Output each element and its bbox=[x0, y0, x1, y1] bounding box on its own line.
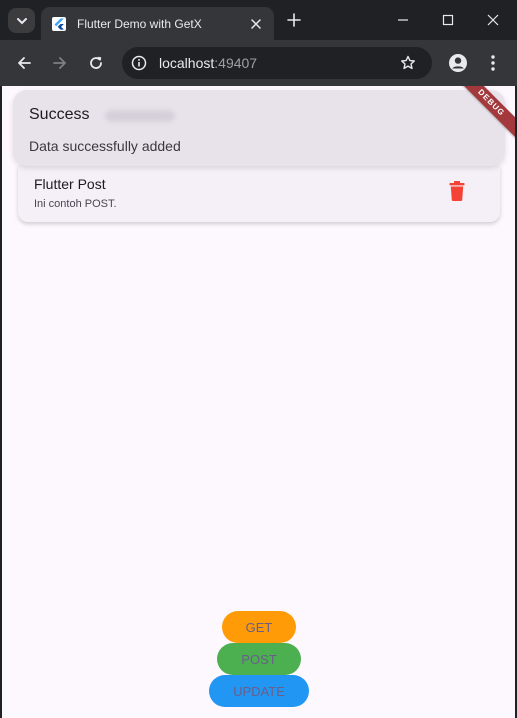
page-viewport: Flutter Post Ini contoh POST. Success Da… bbox=[2, 86, 515, 718]
post-button[interactable]: POST bbox=[217, 643, 301, 675]
site-info-button[interactable] bbox=[127, 51, 151, 75]
url-port: :49407 bbox=[214, 55, 258, 71]
reload-button[interactable] bbox=[84, 51, 108, 75]
reload-icon bbox=[90, 56, 102, 69]
account-icon bbox=[449, 54, 467, 72]
close-icon[interactable] bbox=[248, 16, 264, 32]
close-window-button[interactable] bbox=[482, 9, 504, 31]
active-tab[interactable]: Flutter Demo with GetX bbox=[41, 7, 274, 40]
browser-tab-strip: Flutter Demo with GetX bbox=[0, 0, 517, 40]
plus-icon bbox=[287, 13, 301, 27]
arrow-right-icon bbox=[53, 57, 66, 69]
chevron-down-icon bbox=[16, 17, 27, 24]
maximize-icon bbox=[442, 14, 454, 26]
forward-button[interactable] bbox=[48, 51, 72, 75]
url-text: localhost:49407 bbox=[159, 55, 396, 71]
post-card[interactable]: Flutter Post Ini contoh POST. bbox=[18, 166, 500, 222]
browser-menu-button[interactable] bbox=[483, 51, 503, 75]
get-button[interactable]: GET bbox=[222, 611, 296, 643]
minimize-button[interactable] bbox=[392, 9, 414, 31]
close-icon bbox=[487, 14, 499, 26]
snackbar-message: Data successfully added bbox=[29, 138, 181, 154]
tab-search-button[interactable] bbox=[8, 8, 35, 33]
info-icon bbox=[131, 55, 147, 71]
flutter-logo-icon bbox=[51, 16, 67, 32]
snackbar-title: Success bbox=[29, 106, 90, 123]
snackbar-blur-shape bbox=[105, 110, 175, 122]
tab-title: Flutter Demo with GetX bbox=[77, 16, 202, 31]
address-bar[interactable]: localhost:49407 bbox=[122, 47, 432, 79]
back-button[interactable] bbox=[12, 51, 36, 75]
snackbar: Success Data successfully added bbox=[13, 90, 505, 166]
arrow-left-icon bbox=[18, 57, 31, 69]
maximize-button[interactable] bbox=[437, 9, 459, 31]
url-host: localhost bbox=[159, 55, 215, 71]
update-button[interactable]: UPDATE bbox=[209, 675, 309, 707]
new-tab-button[interactable] bbox=[284, 10, 304, 30]
minimize-icon bbox=[398, 19, 408, 21]
post-body: Ini contoh POST. bbox=[34, 198, 117, 210]
delete-post-button[interactable] bbox=[446, 179, 468, 203]
bookmark-button[interactable] bbox=[396, 51, 420, 75]
trash-icon bbox=[449, 181, 465, 201]
kebab-menu-icon bbox=[491, 55, 495, 71]
star-icon bbox=[401, 55, 415, 70]
profile-button[interactable] bbox=[446, 51, 470, 75]
post-title: Flutter Post bbox=[34, 176, 106, 192]
browser-toolbar: localhost:49407 bbox=[0, 40, 517, 86]
